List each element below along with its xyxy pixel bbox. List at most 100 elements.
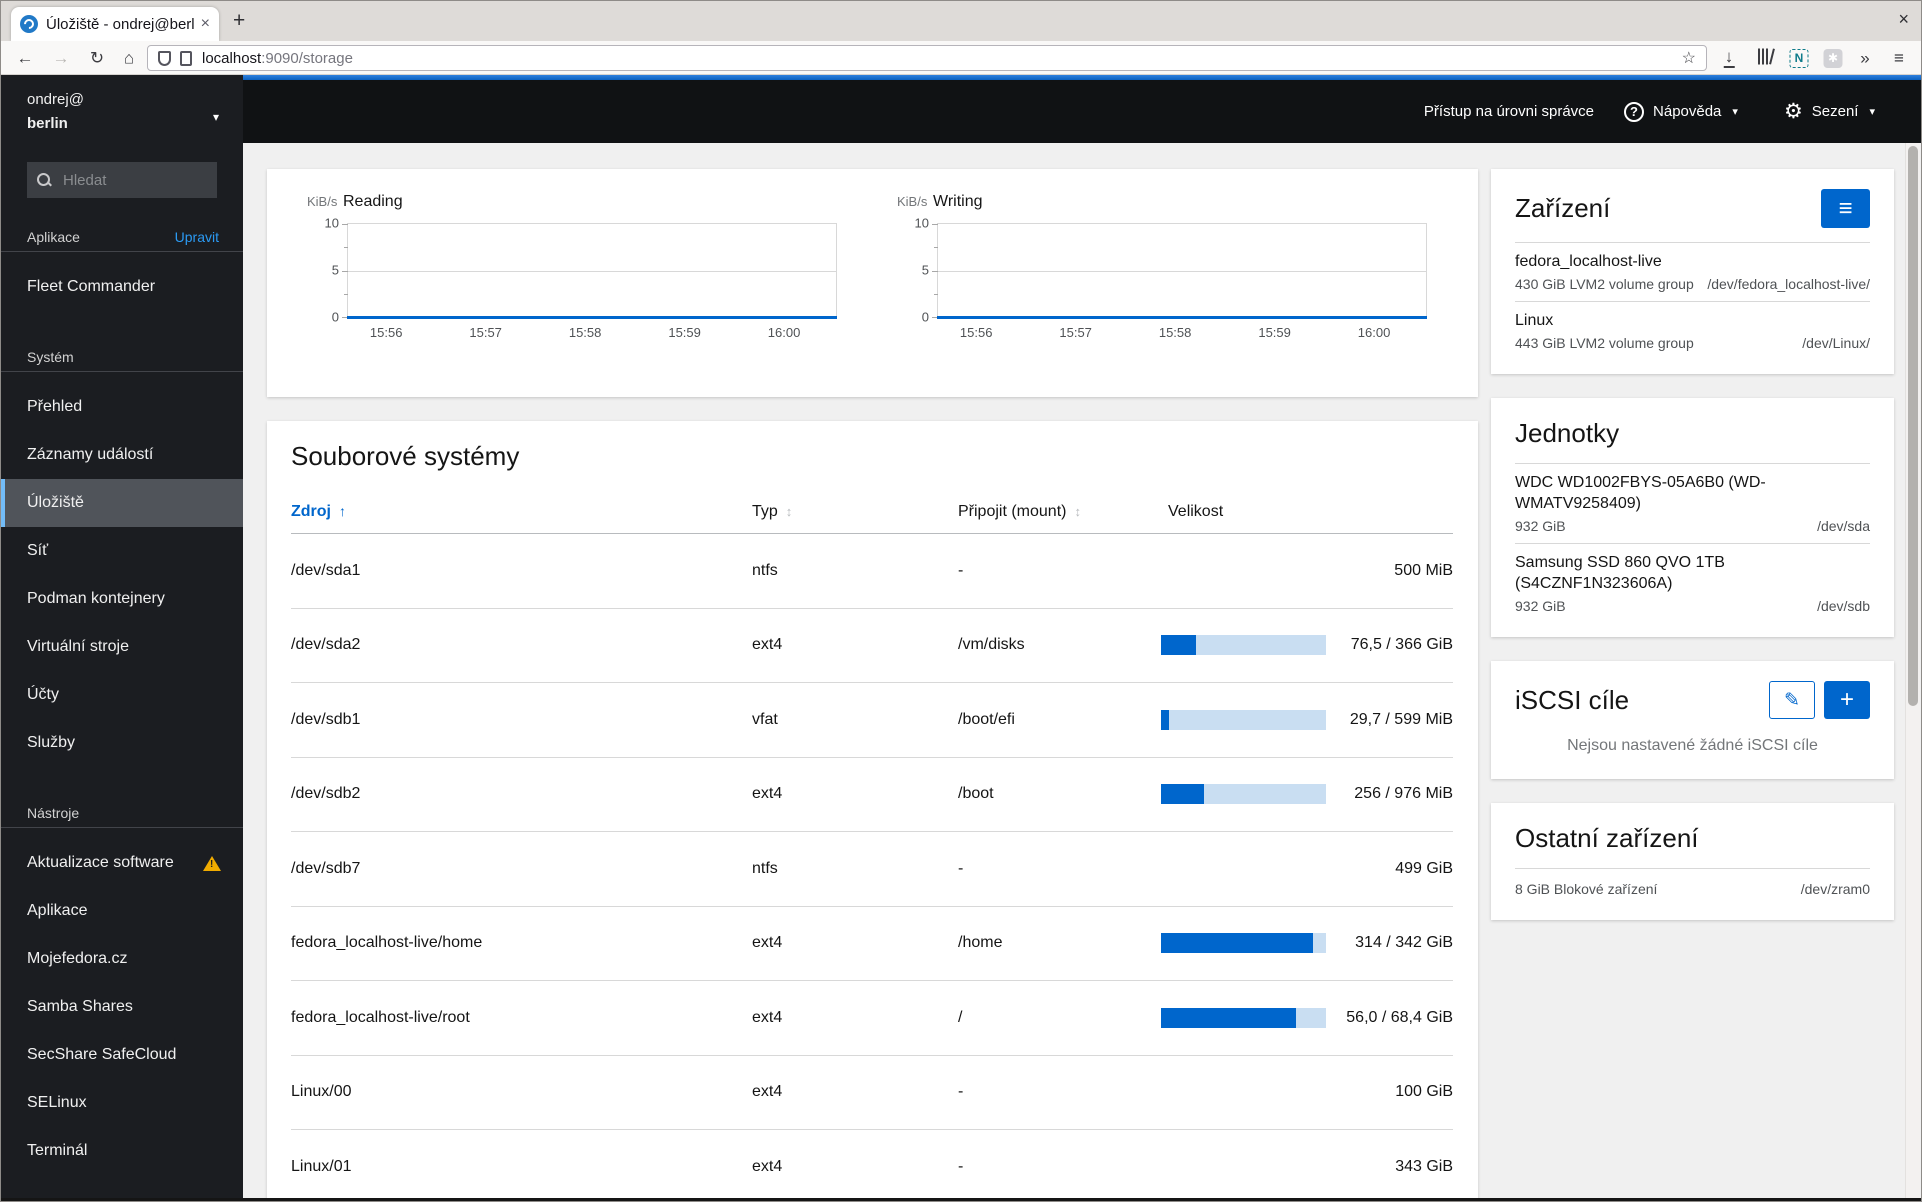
- chevron-down-icon: ▾: [1732, 106, 1738, 118]
- scrollbar[interactable]: [1905, 143, 1920, 1198]
- device-path: /dev/sdb: [1817, 598, 1870, 614]
- table-row[interactable]: /dev/sdb2 ext4/boot 256 / 976 MiB: [291, 758, 1453, 832]
- sidebar-item-sluzby[interactable]: Služby: [1, 719, 243, 767]
- drives-title: Jednotky: [1515, 418, 1620, 448]
- home-icon[interactable]: ⌂: [124, 49, 134, 66]
- devices-card: Zařízení ≡ fedora_localhost-live 430 GiB …: [1491, 169, 1894, 374]
- list-item[interactable]: Linux 443 GiB LVM2 volume group/dev/Linux…: [1515, 301, 1870, 360]
- bookmark-star-icon[interactable]: ☆: [1682, 48, 1696, 68]
- chart-writing: KiB/s Writing 10 5 0 15:56 15:57 15:58 15:59 16:0…: [897, 169, 1457, 397]
- cell-usage: [1161, 933, 1326, 954]
- search-input[interactable]: [61, 170, 207, 190]
- sidebar-edit-link[interactable]: Upravit: [175, 229, 219, 245]
- admin-access-button[interactable]: Přístup na úrovni správce: [1424, 103, 1594, 120]
- devices-menu-button[interactable]: ≡: [1821, 189, 1870, 228]
- help-menu[interactable]: ? Nápověda ▾: [1624, 101, 1738, 122]
- sidebar-item-fleet-commander[interactable]: Fleet Commander: [1, 263, 243, 311]
- page-info-icon[interactable]: [180, 50, 192, 66]
- table-row[interactable]: Linux/01 ext4 - 343 GiB: [291, 1130, 1453, 1199]
- cell-source: fedora_localhost-live/root: [291, 1008, 470, 1026]
- sidebar-item-label: Služby: [27, 734, 76, 751]
- other-devices-title: Ostatní zařízení: [1515, 823, 1699, 853]
- scrollbar-thumb[interactable]: [1908, 146, 1918, 706]
- back-icon[interactable]: ←: [17, 49, 34, 66]
- menu-icon[interactable]: ≡: [1894, 49, 1904, 66]
- sidebar-item-prehled[interactable]: Přehled: [1, 383, 243, 431]
- sidebar-item-label: Aktualizace software: [27, 854, 174, 871]
- tab-close-icon[interactable]: ×: [201, 16, 210, 32]
- side-column: Zařízení ≡ fedora_localhost-live 430 GiB …: [1491, 169, 1894, 920]
- sidebar-section-system: Systém Přehled Záznamy událostí Úložiště Síť…: [1, 343, 243, 767]
- table-row[interactable]: fedora_localhost-live/root ext4 / 56,0 / 68…: [291, 981, 1453, 1056]
- list-item[interactable]: WDC WD1002FBYS-05A6B0 (WD-WMATV9258409) 9…: [1515, 463, 1870, 543]
- sidebar-item-selinux[interactable]: SELinux: [1, 1079, 243, 1127]
- sidebar-item-virtualni-stroje[interactable]: Virtuální stroje: [1, 623, 243, 671]
- sidebar-item-secshare-safecloud[interactable]: SecShare SafeCloud: [1, 1031, 243, 1079]
- cell-type: ext4: [752, 934, 783, 952]
- list-item[interactable]: fedora_localhost-live 430 GiB LVM2 volume…: [1515, 242, 1870, 301]
- chart-plot-area: [342, 223, 837, 319]
- url-text[interactable]: localhost:9090/storage: [202, 50, 1682, 67]
- other-devices-card: Ostatní zařízení 8 GiB Blokové zařízení /…: [1491, 803, 1894, 920]
- table-row[interactable]: /dev/sda1 ntfs - 500 MiB: [291, 534, 1453, 609]
- chart-reading: KiB/s Reading 10 5 0 15:56 15:57 15:58 15:59 16:0…: [307, 169, 867, 397]
- iscsi-add-button[interactable]: +: [1824, 681, 1870, 719]
- table-row[interactable]: /dev/sdb7 ntfs - 499 GiB: [291, 832, 1453, 907]
- session-menu[interactable]: ⚙ Sezení ▾: [1784, 101, 1875, 122]
- reload-icon[interactable]: ↻: [90, 49, 104, 66]
- extension-n-icon[interactable]: N: [1789, 48, 1809, 68]
- forward-icon[interactable]: →: [53, 49, 70, 66]
- sidebar-item-uloziste[interactable]: Úložiště: [1, 479, 243, 527]
- table-row[interactable]: /dev/sda2 ext4/vm/disks 76,5 / 366 GiB: [291, 609, 1453, 683]
- main-column: KiB/s Reading 10 5 0 15:56 15:57 15:58 15:59 16:0…: [267, 169, 1478, 1199]
- io-charts-card: KiB/s Reading 10 5 0 15:56 15:57 15:58 15:59 16:0…: [267, 169, 1478, 397]
- list-item[interactable]: 8 GiB Blokové zařízení/dev/zram0: [1515, 868, 1870, 906]
- column-header-mount[interactable]: Připojit (mount) ↕: [958, 503, 1161, 521]
- browser-tab[interactable]: Úložiště - ondrej@berlin ×: [11, 7, 219, 41]
- sidebar-item-samba-shares[interactable]: Samba Shares: [1, 983, 243, 1031]
- library-icon[interactable]: [1757, 47, 1775, 67]
- table-row[interactable]: fedora_localhost-live/home ext4/home 314 /…: [291, 907, 1453, 981]
- chart-title: Reading: [343, 193, 403, 210]
- downloads-icon[interactable]: ↓: [1723, 48, 1735, 68]
- new-tab-button[interactable]: +: [233, 9, 245, 33]
- chart-body: 10 5 0: [897, 216, 1427, 325]
- sidebar-item-aktualizace-software[interactable]: Aktualizace software: [1, 839, 243, 887]
- extension-icon[interactable]: ✱: [1823, 48, 1843, 68]
- browser-titlebar: Úložiště - ondrej@berlin × + ×: [1, 1, 1921, 41]
- cell-size: 314 / 342 GiB: [1355, 934, 1453, 952]
- sidebar-item-mojefedora-cz[interactable]: Mojefedora.cz: [1, 935, 243, 983]
- sidebar-section-header: Systém: [1, 343, 243, 371]
- sidebar-item-sit[interactable]: Síť: [1, 527, 243, 575]
- user-menu[interactable]: ondrej@ berlin ▾: [1, 75, 243, 136]
- gridline: [938, 270, 1426, 272]
- x-tick-label: 15:59: [668, 325, 701, 340]
- device-name: WDC WD1002FBYS-05A6B0 (WD-WMATV9258409): [1515, 474, 1766, 512]
- sidebar-item-label: Záznamy událostí: [27, 446, 154, 463]
- column-header-source[interactable]: Zdroj ↑: [291, 503, 752, 521]
- sidebar-item-label: Přehled: [27, 398, 83, 415]
- table-row[interactable]: /dev/sdb1 vfat/boot/efi 29,7 / 599 MiB: [291, 683, 1453, 758]
- sidebar-item-podman-kontejnery[interactable]: Podman kontejnery: [1, 575, 243, 623]
- overflow-icon[interactable]: »: [1860, 49, 1869, 66]
- sidebar-item-zaznamy-udalosti[interactable]: Záznamy událostí: [1, 431, 243, 479]
- sidebar-item-terminal[interactable]: Terminál: [1, 1127, 243, 1175]
- window-close-icon[interactable]: ×: [1898, 10, 1909, 28]
- cell-mount: /vm/disks: [958, 636, 1025, 654]
- filesystems-title: Souborové systémy: [291, 441, 520, 471]
- column-header-type[interactable]: Typ ↕: [752, 503, 958, 521]
- sidebar-item-ucty[interactable]: Účty: [1, 671, 243, 719]
- cell-size: 29,7 / 599 MiB: [1349, 710, 1453, 728]
- list-item[interactable]: Samsung SSD 860 QVO 1TB (S4CZNF1N323606A…: [1515, 543, 1870, 623]
- url-bar[interactable]: localhost:9090/storage ☆: [147, 45, 1707, 71]
- shield-icon[interactable]: [158, 50, 171, 66]
- device-path: /dev/zram0: [1800, 881, 1870, 897]
- iscsi-edit-button[interactable]: ✎: [1769, 681, 1815, 719]
- chart-unit-label: KiB/s: [897, 194, 928, 209]
- sidebar-search[interactable]: [27, 162, 217, 198]
- sidebar-item-aplikace[interactable]: Aplikace: [1, 887, 243, 935]
- table-row[interactable]: Linux/00 ext4 - 100 GiB: [291, 1056, 1453, 1130]
- sidebar-section-header: Nástroje: [1, 799, 243, 827]
- cell-usage: [1161, 635, 1326, 656]
- sidebar-item-label: Úložiště: [27, 494, 84, 511]
